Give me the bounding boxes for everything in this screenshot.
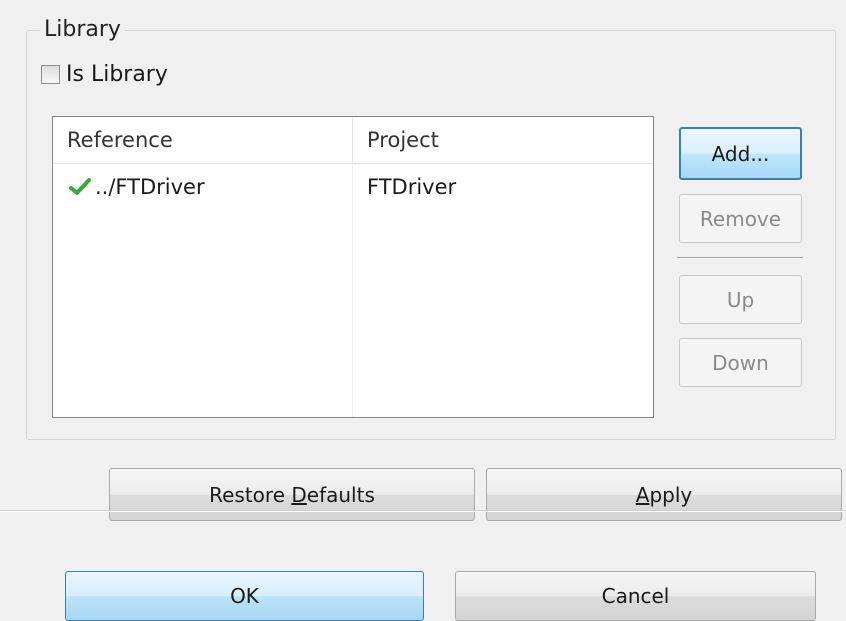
check-icon	[69, 178, 91, 195]
apply-label: Apply	[635, 482, 693, 507]
reference-cell: ../FTDriver	[53, 164, 353, 210]
library-group-title: Library	[40, 17, 125, 42]
remove-button[interactable]: Remove	[679, 194, 802, 243]
restore-defaults-button[interactable]: Restore Defaults	[109, 468, 475, 521]
add-button[interactable]: Add...	[679, 127, 802, 180]
ok-button[interactable]: OK	[65, 571, 424, 621]
apply-button[interactable]: Apply	[486, 468, 842, 521]
footer-separator	[0, 510, 846, 512]
table-header: Reference Project	[53, 117, 653, 164]
reference-path: ../FTDriver	[95, 175, 205, 199]
is-library-row[interactable]: Is Library	[41, 62, 168, 87]
references-table[interactable]: Reference Project ../FTDriver FTDriver	[52, 116, 654, 418]
table-row[interactable]: ../FTDriver FTDriver	[53, 164, 653, 210]
up-button[interactable]: Up	[679, 275, 802, 324]
down-button[interactable]: Down	[679, 338, 802, 387]
is-library-label[interactable]: Is Library	[66, 62, 168, 87]
restore-defaults-label: Restore Defaults	[209, 482, 375, 507]
column-divider	[352, 163, 353, 417]
column-header-reference[interactable]: Reference	[53, 117, 353, 163]
cancel-button[interactable]: Cancel	[455, 571, 816, 621]
button-separator	[677, 257, 803, 259]
project-cell: FTDriver	[367, 175, 457, 199]
column-header-project[interactable]: Project	[353, 117, 653, 163]
is-library-checkbox[interactable]	[41, 65, 60, 84]
